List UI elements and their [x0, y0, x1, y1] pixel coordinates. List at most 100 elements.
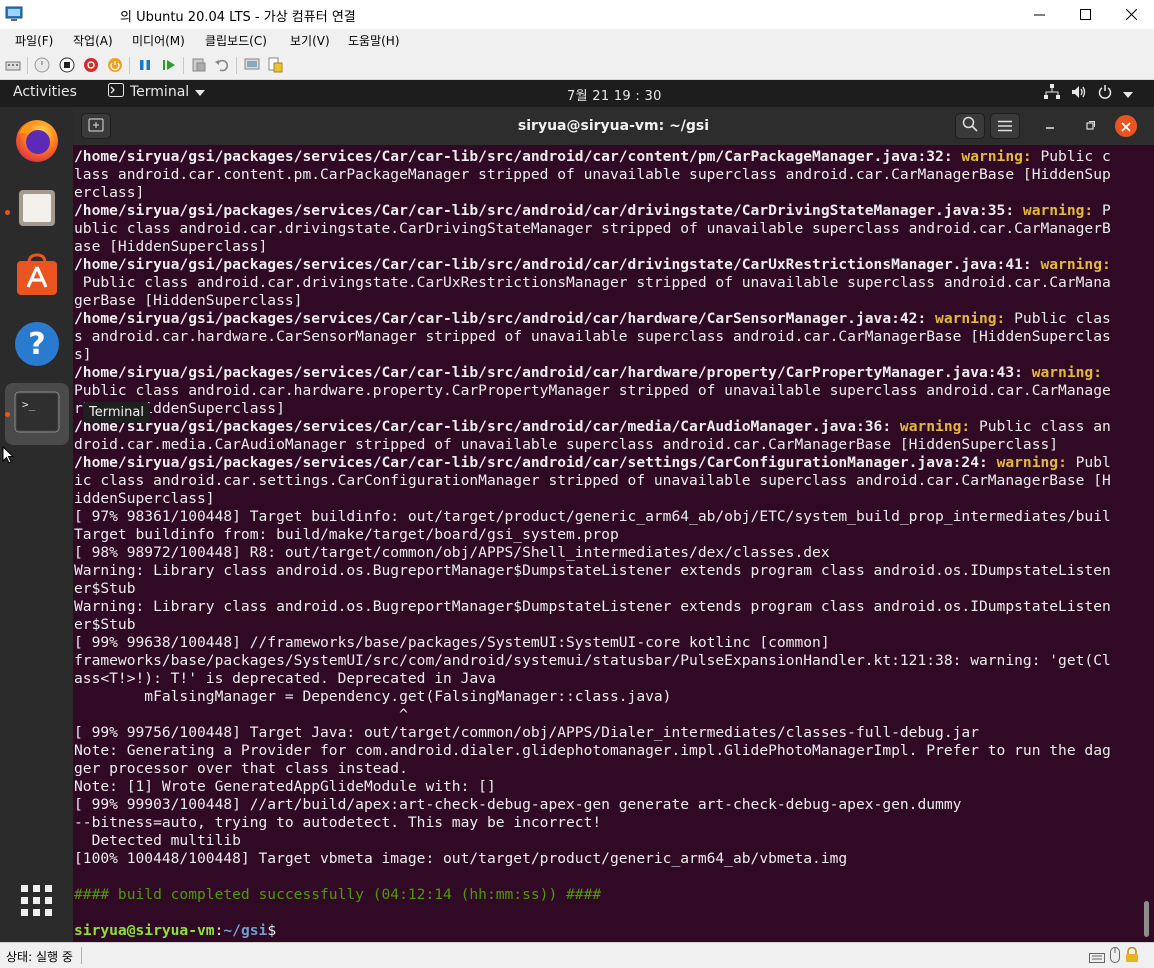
dock: ? >_ [0, 107, 73, 942]
terminal-text: droid.car.media.CarAudioManager stripped… [74, 436, 1059, 453]
resume-icon[interactable] [160, 56, 178, 74]
close-button[interactable] [1108, 0, 1154, 29]
enhanced-session-icon[interactable] [243, 56, 261, 74]
app-menu[interactable]: Terminal [108, 83, 206, 101]
terminal-text: gerBase [HiddenSuperclass] [74, 292, 303, 309]
terminal-line: rBase [HiddenSuperclass] [74, 400, 1140, 418]
clock[interactable]: 7월 21 19 : 30 [567, 85, 662, 104]
start-icon[interactable] [33, 56, 51, 74]
dock-terminal[interactable]: >_ [5, 383, 69, 445]
terminal-text: s] [74, 346, 92, 363]
terminal-line: droid.car.media.CarAudioManager stripped… [74, 436, 1140, 454]
menu-file[interactable]: 파일(F) [15, 32, 53, 49]
terminal-text: /home/siryua/gsi/packages/services/Car/c… [74, 454, 997, 471]
revert-icon[interactable] [213, 56, 231, 74]
dock-ubuntu-software[interactable] [5, 247, 69, 309]
terminal-text: ass<T!>!): T!' is deprecated. Deprecated… [74, 670, 496, 687]
menu-help[interactable]: 도움말(H) [348, 32, 400, 49]
terminal-minimize-button[interactable] [1035, 113, 1065, 139]
terminal-line: lass android.car.content.pm.CarPackageMa… [74, 166, 1140, 184]
minimize-button[interactable] [1016, 0, 1062, 29]
terminal-text: Public class android.car.drivingstate.Ca… [74, 274, 1111, 291]
terminal-line: ic class android.car.settings.CarConfigu… [74, 472, 1140, 490]
ubuntu-software-icon [14, 253, 60, 303]
terminal-text: /home/siryua/gsi/packages/services/Car/c… [74, 202, 1023, 219]
warning-label: warning: [1031, 364, 1102, 381]
terminal-text: Public clas [1005, 310, 1111, 327]
shell-prompt: siryua@siryua-vm:~/gsi$ [74, 922, 1140, 940]
terminal-scrollbar[interactable] [1144, 901, 1149, 937]
prompt-user: siryua@siryua-vm [74, 922, 215, 939]
terminal-maximize-button[interactable] [1075, 113, 1105, 139]
menu-clipboard[interactable]: 클립보드(C) [205, 32, 267, 49]
system-tray[interactable] [1044, 84, 1133, 103]
terminal-text: Public c [1031, 148, 1111, 165]
dock-help[interactable]: ? [5, 315, 69, 377]
warning-label: warning: [1040, 256, 1111, 273]
terminal-line: er$Stub [74, 616, 1140, 634]
turn-off-icon[interactable] [58, 56, 76, 74]
files-icon [15, 186, 59, 234]
terminal-text: Public class android.car.hardware.proper… [74, 382, 1111, 399]
terminal-line: Public class android.car.drivingstate.Ca… [74, 274, 1140, 292]
terminal-line: s android.car.hardware.CarSensorManager … [74, 328, 1140, 346]
terminal-line: gerBase [HiddenSuperclass] [74, 292, 1140, 310]
pause-icon[interactable] [136, 56, 154, 74]
dock-files[interactable] [5, 179, 69, 241]
lock-icon [1125, 946, 1139, 967]
terminal-text: Warning: Library class android.os.Bugrep… [74, 598, 1111, 615]
terminal-line: frameworks/base/packages/SystemUI/src/co… [74, 652, 1140, 670]
terminal-text: /home/siryua/gsi/packages/services/Car/c… [74, 310, 936, 327]
show-applications-button[interactable] [5, 872, 69, 934]
terminal-headerbar: siryua@siryua-vm: ~/gsi [73, 107, 1154, 145]
hamburger-icon [998, 117, 1012, 136]
activities-button[interactable]: Activities [13, 84, 77, 100]
terminal-text: Note: [1] Wrote GeneratedAppGlideModule … [74, 778, 496, 795]
terminal-close-button[interactable] [1115, 115, 1137, 137]
menu-action[interactable]: 작업(A) [73, 32, 113, 49]
menu-button[interactable] [990, 113, 1020, 139]
mouse-pointer-icon [2, 445, 15, 468]
menu-view[interactable]: 보기(V) [290, 32, 330, 49]
search-button[interactable] [955, 113, 985, 139]
terminal-line: /home/siryua/gsi/packages/services/Car/c… [74, 256, 1140, 274]
svg-text:>_: >_ [22, 398, 36, 411]
terminal-line: s] [74, 346, 1140, 364]
vm-connect-icon [5, 6, 23, 22]
terminal-text: lass android.car.content.pm.CarPackageMa… [74, 166, 1111, 183]
host-toolbar [0, 51, 1154, 80]
terminal-line: [ 98% 98972/100448] R8: out/target/commo… [74, 544, 1140, 562]
terminal-text: ic class android.car.settings.CarConfigu… [74, 472, 1111, 489]
share-icon[interactable] [266, 56, 284, 74]
shutdown-icon[interactable] [82, 56, 100, 74]
terminal-text: ublic class android.car.drivingstate.Car… [74, 220, 1111, 237]
dock-firefox[interactable] [5, 111, 69, 173]
prompt-path: ~/gsi [223, 922, 268, 939]
maximize-button[interactable] [1062, 0, 1108, 29]
checkpoint-icon[interactable] [190, 56, 208, 74]
save-state-icon[interactable] [106, 56, 124, 74]
warning-label: warning: [935, 310, 1006, 327]
terminal-text: Note: Generating a Provider for com.andr… [74, 742, 1111, 759]
terminal-line: --bitness=auto, trying to autodetect. Th… [74, 814, 1140, 832]
terminal-output[interactable]: /home/siryua/gsi/packages/services/Car/c… [74, 148, 1140, 942]
dock-tooltip: Terminal [83, 402, 150, 423]
terminal-line: [ 99% 99903/100448] //art/build/apex:art… [74, 796, 1140, 814]
terminal-line: ass<T!>!): T!' is deprecated. Deprecated… [74, 670, 1140, 688]
vm-status-text: 상태: 실행 중 [6, 950, 73, 964]
terminal-line: [ 97% 98361/100448] Target buildinfo: ou… [74, 508, 1140, 526]
terminal-text: Public class an [970, 418, 1111, 435]
terminal-text: ger processor over that class instead. [74, 760, 408, 777]
terminal-text: [ 99% 99903/100448] //art/build/apex:art… [74, 796, 962, 813]
terminal-text: Target buildinfo from: build/make/target… [74, 526, 619, 543]
app-grid-icon [21, 885, 53, 921]
menu-media[interactable]: 미디어(M) [132, 32, 185, 49]
terminal-line: ger processor over that class instead. [74, 760, 1140, 778]
terminal-text: ^ [74, 706, 408, 723]
terminal-line: [ 99% 99756/100448] Target Java: out/tar… [74, 724, 1140, 742]
ctrl-alt-del-icon[interactable] [4, 56, 22, 74]
search-icon [962, 116, 978, 136]
firefox-icon [13, 116, 61, 168]
